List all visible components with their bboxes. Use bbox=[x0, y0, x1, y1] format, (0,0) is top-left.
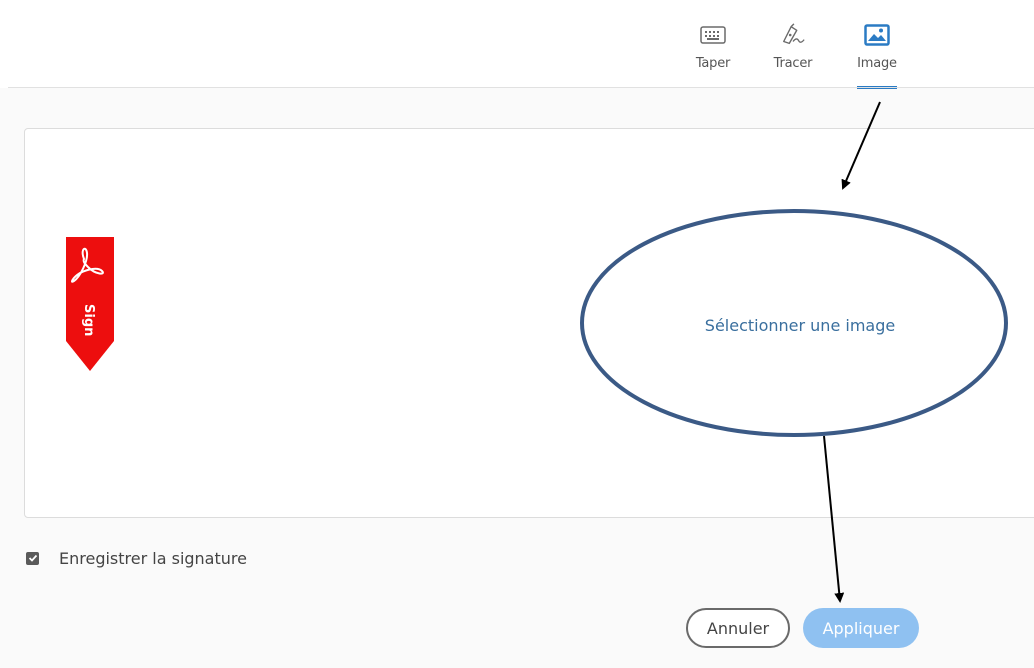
apply-button[interactable]: Appliquer bbox=[803, 608, 919, 648]
adobe-sign-logo: Sign bbox=[66, 237, 114, 373]
logo-sign-text: Sign bbox=[81, 304, 96, 336]
tab-taper-label: Taper bbox=[695, 56, 731, 71]
checkmark-icon bbox=[28, 554, 37, 562]
tab-image-label: Image bbox=[857, 56, 897, 71]
save-signature-option[interactable]: Enregistrer la signature bbox=[26, 547, 247, 569]
cancel-button[interactable]: Annuler bbox=[686, 608, 790, 648]
pen-draw-icon bbox=[780, 22, 806, 48]
save-signature-checkbox[interactable] bbox=[26, 551, 39, 565]
save-signature-label: Enregistrer la signature bbox=[59, 548, 247, 568]
tab-tracer[interactable]: Tracer bbox=[758, 22, 828, 88]
header-divider bbox=[8, 87, 1034, 88]
tab-tracer-label: Tracer bbox=[773, 56, 813, 71]
image-icon bbox=[864, 22, 890, 48]
select-image-link[interactable]: Sélectionner une image bbox=[660, 316, 940, 335]
tab-taper[interactable]: Taper bbox=[678, 22, 748, 88]
tab-image[interactable]: Image bbox=[842, 22, 912, 89]
keyboard-icon bbox=[700, 22, 726, 48]
